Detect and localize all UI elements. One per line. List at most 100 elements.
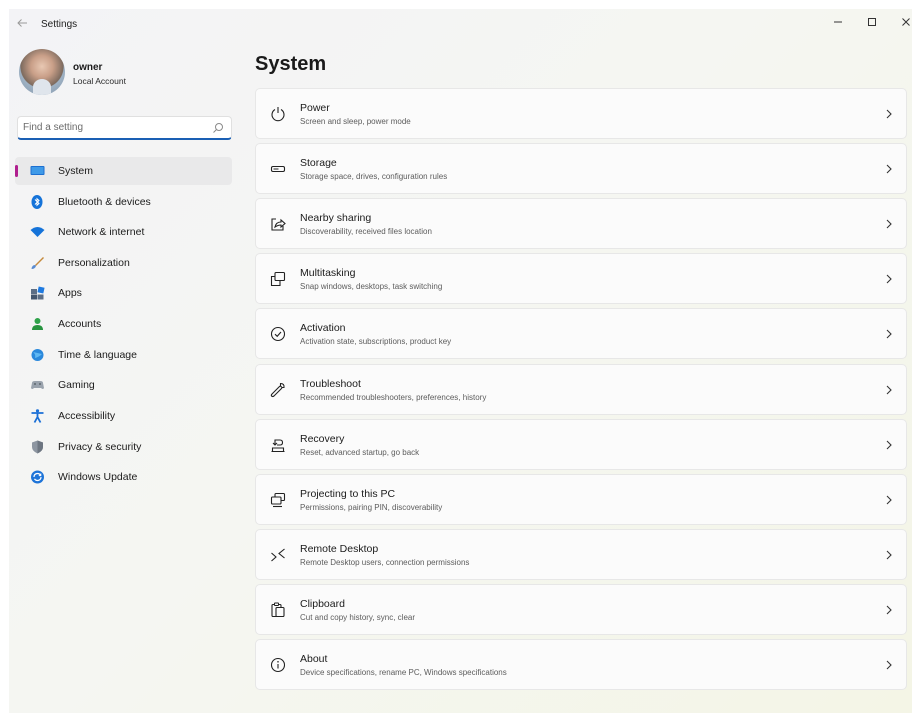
- back-button[interactable]: [15, 17, 29, 31]
- sidebar-item-gaming[interactable]: Gaming: [15, 371, 232, 399]
- chevron-right-icon: [886, 109, 892, 119]
- power-icon: [271, 107, 285, 122]
- sidebar-item-label: System: [58, 165, 94, 177]
- sidebar-item-label: Privacy & security: [58, 441, 142, 453]
- sidebar-item-network[interactable]: Network & internet: [15, 218, 232, 246]
- chevron-right-icon: [886, 274, 892, 284]
- chevron-right-icon: [886, 605, 892, 615]
- chevron-right-icon: [886, 164, 892, 174]
- wrench-icon: [270, 382, 285, 398]
- share-icon: [271, 218, 286, 231]
- card-title: Nearby sharing: [300, 212, 372, 224]
- card-projecting[interactable]: Projecting to this PC Permissions, pairi…: [255, 474, 907, 525]
- maximize-icon: [868, 18, 876, 26]
- search-input[interactable]: Find a setting: [17, 116, 232, 140]
- card-subtitle: Snap windows, desktops, task switching: [300, 282, 443, 291]
- minimize-button[interactable]: [823, 11, 853, 33]
- system-monitor-icon: [30, 166, 45, 175]
- sidebar-item-apps[interactable]: Apps: [15, 279, 232, 307]
- user-profile[interactable]: owner Local Account: [19, 49, 239, 99]
- sidebar-item-time-language[interactable]: Time & language: [15, 341, 232, 369]
- maximize-button[interactable]: [857, 11, 887, 33]
- card-about[interactable]: About Device specifications, rename PC, …: [255, 639, 907, 690]
- sidebar-item-label: Personalization: [58, 257, 130, 269]
- close-icon: [902, 18, 910, 26]
- recovery-icon: [271, 439, 285, 453]
- chevron-right-icon: [886, 219, 892, 229]
- card-title: About: [300, 653, 328, 665]
- sidebar-item-label: Gaming: [58, 379, 95, 391]
- card-multitasking[interactable]: Multitasking Snap windows, desktops, tas…: [255, 253, 907, 304]
- sidebar-item-label: Bluetooth & devices: [58, 196, 151, 208]
- close-button[interactable]: [891, 11, 912, 33]
- multitasking-icon: [270, 271, 286, 287]
- selection-indicator: [15, 165, 18, 177]
- sidebar-item-bluetooth[interactable]: Bluetooth & devices: [15, 188, 232, 216]
- card-storage[interactable]: Storage Storage space, drives, configura…: [255, 143, 907, 194]
- card-title: Troubleshoot: [300, 378, 361, 390]
- projecting-icon: [270, 492, 286, 508]
- chevron-right-icon: [886, 440, 892, 450]
- card-title: Projecting to this PC: [300, 488, 396, 500]
- back-arrow-icon: [17, 19, 27, 27]
- card-subtitle: Cut and copy history, sync, clear: [300, 613, 416, 622]
- chevron-right-icon: [886, 329, 892, 339]
- brush-icon: [31, 257, 44, 269]
- check-circle-icon: [270, 326, 286, 342]
- card-subtitle: Device specifications, rename PC, Window…: [300, 668, 507, 677]
- shield-icon: [32, 440, 43, 454]
- accessibility-icon: [31, 409, 44, 423]
- search-icon: [213, 123, 223, 133]
- update-icon: [31, 470, 44, 484]
- sidebar-item-label: Network & internet: [58, 226, 145, 238]
- card-title: Power: [300, 102, 330, 114]
- card-title: Recovery: [300, 433, 345, 445]
- gamepad-icon: [31, 381, 44, 389]
- sidebar-item-system[interactable]: System: [15, 157, 232, 185]
- chevron-right-icon: [886, 385, 892, 395]
- chevron-right-icon: [886, 495, 892, 505]
- sidebar-item-label: Time & language: [58, 349, 137, 361]
- card-title: Activation: [300, 322, 346, 334]
- app-title: Settings: [41, 19, 78, 30]
- card-title: Clipboard: [300, 598, 345, 610]
- card-subtitle: Activation state, subscriptions, product…: [300, 337, 452, 346]
- card-power[interactable]: Power Screen and sleep, power mode: [255, 88, 907, 139]
- wifi-icon: [30, 227, 45, 237]
- card-activation[interactable]: Activation Activation state, subscriptio…: [255, 308, 907, 359]
- chevron-right-icon: [886, 660, 892, 670]
- time-language-icon: [31, 349, 44, 361]
- card-subtitle: Screen and sleep, power mode: [300, 117, 411, 126]
- card-troubleshoot[interactable]: Troubleshoot Recommended troubleshooters…: [255, 364, 907, 415]
- card-subtitle: Reset, advanced startup, go back: [300, 448, 420, 457]
- card-nearby-sharing[interactable]: Nearby sharing Discoverability, received…: [255, 198, 907, 249]
- sidebar-item-privacy[interactable]: Privacy & security: [15, 433, 232, 461]
- chevron-right-icon: [886, 550, 892, 560]
- card-title: Remote Desktop: [300, 543, 379, 555]
- sidebar-item-accounts[interactable]: Accounts: [15, 310, 232, 338]
- sidebar-item-personalization[interactable]: Personalization: [15, 249, 232, 277]
- card-subtitle: Discoverability, received files location: [300, 227, 432, 236]
- account-type: Local Account: [73, 76, 126, 86]
- card-title: Storage: [300, 157, 337, 169]
- sidebar-item-label: Apps: [58, 287, 82, 299]
- card-subtitle: Permissions, pairing PIN, discoverabilit…: [300, 503, 443, 512]
- card-remote-desktop[interactable]: Remote Desktop Remote Desktop users, con…: [255, 529, 907, 580]
- card-subtitle: Remote Desktop users, connection permiss…: [300, 558, 470, 567]
- info-icon: [270, 657, 286, 673]
- clipboard-icon: [271, 602, 285, 618]
- storage-icon: [270, 165, 286, 173]
- sidebar-item-label: Accounts: [58, 318, 102, 330]
- sidebar-item-accessibility[interactable]: Accessibility: [15, 402, 232, 430]
- card-subtitle: Storage space, drives, configuration rul…: [300, 172, 448, 181]
- card-clipboard[interactable]: Clipboard Cut and copy history, sync, cl…: [255, 584, 907, 635]
- apps-icon: [31, 286, 45, 300]
- page-title: System: [255, 53, 327, 75]
- search-placeholder: Find a setting: [23, 122, 84, 133]
- sidebar-item-label: Windows Update: [58, 471, 138, 483]
- sidebar-item-windows-update[interactable]: Windows Update: [15, 463, 232, 491]
- user-name: owner: [73, 62, 103, 73]
- remote-desktop-icon: [271, 548, 285, 562]
- minimize-icon: [834, 21, 842, 23]
- card-recovery[interactable]: Recovery Reset, advanced startup, go bac…: [255, 419, 907, 470]
